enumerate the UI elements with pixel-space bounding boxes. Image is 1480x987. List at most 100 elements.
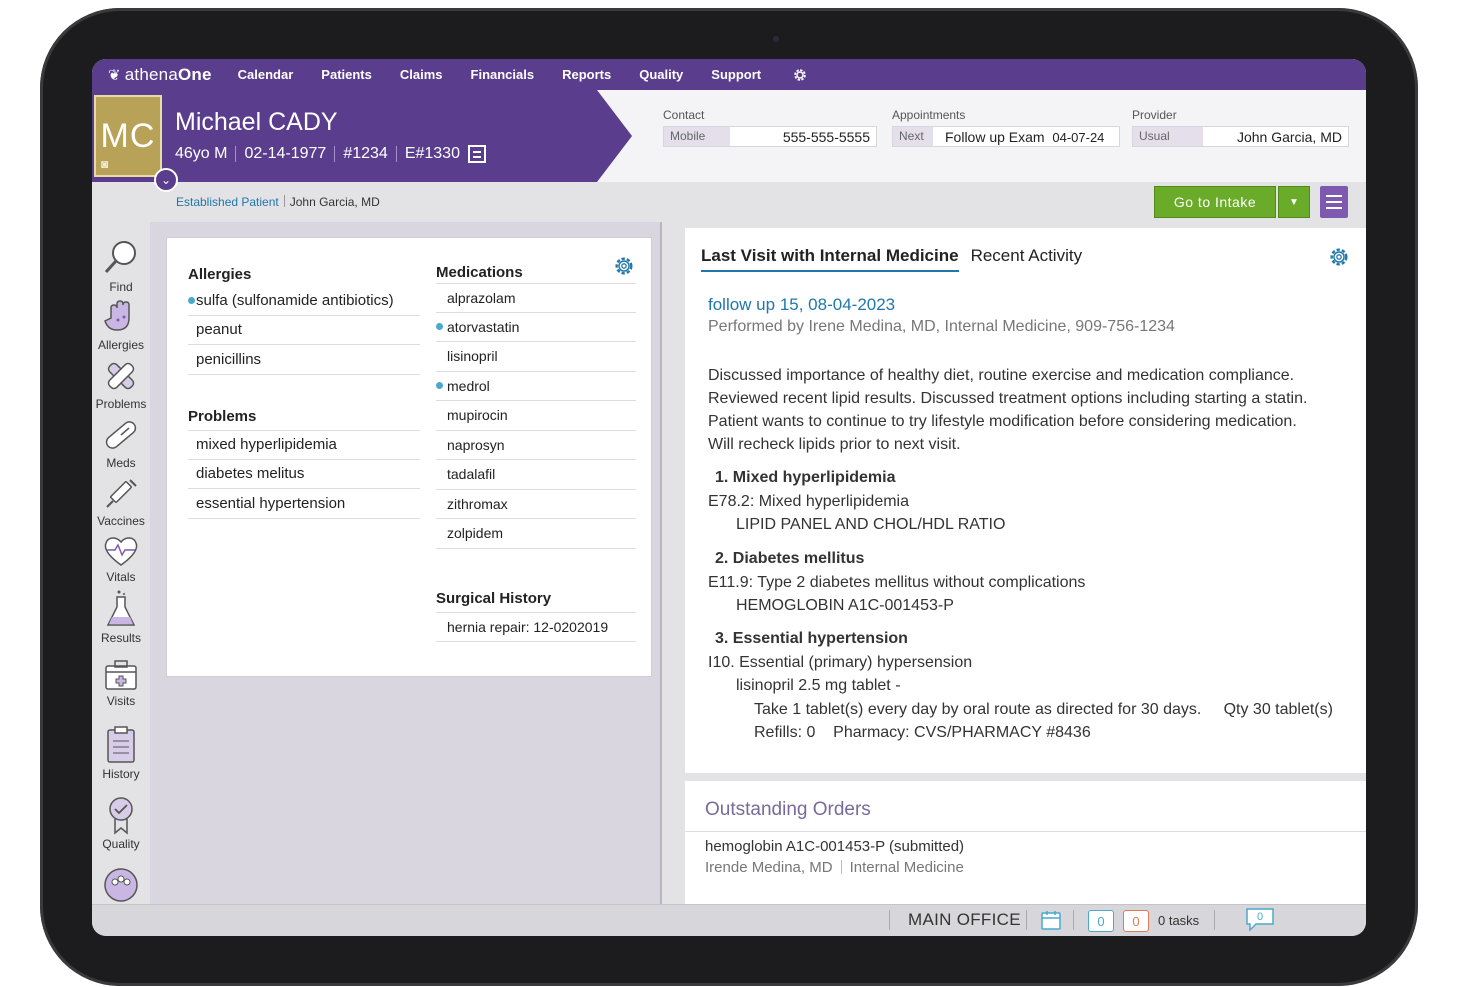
provider-box[interactable]: Usual John Garcia, MD (1132, 126, 1349, 147)
appointment-date: 04-07-24 (1052, 130, 1105, 145)
document-icon[interactable] (467, 145, 486, 163)
camera-icon: ◙ (101, 157, 110, 171)
camera-dot (773, 36, 779, 42)
appointments-box[interactable]: Next Follow up Exam 04-07-24 (892, 126, 1120, 147)
hamburger-menu-icon[interactable] (1320, 186, 1348, 218)
list-item[interactable]: peanut (188, 316, 420, 345)
divider (1214, 910, 1215, 930)
list-item[interactable]: essential hypertension (188, 489, 420, 519)
brand-logo[interactable]: ❦ athena One (108, 65, 212, 85)
primary-provider: John Garcia, MD (289, 195, 380, 209)
list-item[interactable]: mixed hyperlipidemia (188, 430, 420, 460)
list-item[interactable]: zolpidem (436, 519, 636, 549)
sidebar-item-problems[interactable]: Problems (92, 357, 150, 411)
list-item[interactable]: penicillins (188, 345, 420, 375)
divider (334, 146, 336, 162)
tasks-count[interactable]: 0 tasks (1158, 913, 1199, 928)
sidebar-item-results[interactable]: Results (92, 589, 150, 645)
list-item-label: medrol (447, 377, 490, 394)
sidebar-item-meds[interactable]: Meds (92, 416, 150, 470)
contact-box[interactable]: Mobile 555-555-5555 (663, 126, 877, 147)
tab-recent-activity[interactable]: Recent Activity (971, 246, 1083, 272)
order-provider: Irende Medina, MD (705, 859, 833, 876)
sidebar-item-quality[interactable]: Quality (92, 795, 150, 851)
diagnosis-code: E11.9: Type 2 diabetes mellitus without … (708, 573, 1086, 591)
diagnosis-heading: 3. Essential hypertension (715, 630, 908, 647)
list-item[interactable]: hernia repair: 12-0202019 (436, 612, 636, 642)
go-to-intake-button[interactable]: Go to Intake (1154, 186, 1276, 218)
list-item-label: zolpidem (447, 525, 504, 542)
patient-status-row: Established Patient John Garcia, MD (176, 195, 380, 209)
list-item[interactable]: naprosyn (436, 431, 636, 460)
provider-value: John Garcia, MD (1236, 129, 1342, 145)
caret-down-icon[interactable]: ▼ (1278, 186, 1310, 218)
list-item[interactable]: medrol (436, 372, 636, 401)
nav-financials[interactable]: Financials (471, 67, 535, 82)
gear-icon[interactable] (1328, 246, 1350, 268)
heart-pulse-icon (104, 537, 138, 566)
brand-suffix: One (177, 64, 212, 84)
avatar-initials: MC (100, 116, 156, 155)
leaf-icon: ❦ (108, 66, 121, 84)
list-item[interactable]: atorvastatin (436, 313, 636, 342)
order-meta: Irende Medina, MD Internal Medicine (705, 859, 964, 876)
list-item-label: penicillins (196, 350, 262, 368)
pharmacy-text: Pharmacy: CVS/PHARMACY #8436 (833, 724, 1091, 741)
office-name[interactable]: MAIN OFFICE (908, 910, 1021, 930)
surgery-name: hernia repair: 12-0202019 (447, 618, 609, 635)
diagnosis-heading: 1. Mixed hyperlipidemia (715, 469, 896, 486)
list-item-label: naprosyn (447, 436, 505, 453)
order-item[interactable]: hemoglobin A1C-001453-P (submitted) (705, 838, 964, 855)
appointments-label: Appointments (892, 108, 966, 122)
sidebar-item-care-team[interactable] (92, 867, 150, 905)
avatar[interactable]: MC ◙ (94, 95, 162, 177)
list-item[interactable]: tadalafil (436, 460, 636, 490)
sidebar-item-vitals[interactable]: Vitals (92, 534, 150, 584)
nav-support[interactable]: Support (711, 67, 761, 82)
list-item[interactable]: sulfa (sulfonamide antibiotics) (188, 286, 420, 316)
calendar-icon[interactable] (1040, 909, 1062, 931)
contact-label: Contact (663, 108, 705, 122)
sidebar-item-vaccines[interactable]: Vaccines (92, 474, 150, 528)
medical-bag-icon (105, 660, 137, 690)
patient-status[interactable]: Established Patient (176, 195, 279, 209)
list-item[interactable]: zithromax (436, 490, 636, 519)
chat-bubble-icon[interactable]: 0 (1244, 907, 1276, 933)
panel-divider[interactable] (660, 222, 662, 912)
refills-text: Refills: 0 (754, 724, 816, 741)
chevron-down-icon[interactable]: ⌄ (154, 168, 178, 192)
gear-icon[interactable] (613, 255, 635, 277)
tab-last-visit[interactable]: Last Visit with Internal Medicine (701, 246, 959, 272)
quantity-text: Qty 30 tablet(s) (1223, 700, 1333, 718)
sidebar-label-problems: Problems (95, 397, 147, 411)
nav-claims[interactable]: Claims (400, 67, 443, 82)
appointments-group: Appointments Next Follow up Exam 04-07-2… (892, 108, 1120, 147)
sidebar-item-visits[interactable]: Visits (92, 658, 150, 708)
list-item-label: sulfa (sulfonamide antibiotics) (196, 291, 394, 309)
sidebar-item-allergies[interactable]: Allergies (92, 298, 150, 352)
divider (889, 910, 890, 930)
sidebar-label-results: Results (100, 631, 141, 645)
alert-count-badge[interactable]: 0 (1123, 910, 1149, 932)
nav-patients[interactable]: Patients (321, 67, 372, 82)
list-item[interactable]: lisinopril (436, 342, 636, 372)
list-item[interactable]: mupirocin (436, 401, 636, 431)
list-item[interactable]: alprazolam (436, 283, 636, 313)
list-item-label: tadalafil (447, 466, 496, 483)
sidebar-item-find[interactable]: Find (92, 238, 150, 294)
settings-gear-icon[interactable] (791, 66, 809, 84)
divider (685, 831, 1366, 832)
sidebar-item-history[interactable]: History (92, 725, 150, 781)
list-item-label: diabetes melitus (196, 465, 305, 483)
diagnosis-heading: 2. Diabetes mellitus (715, 550, 865, 567)
nav-calendar[interactable]: Calendar (238, 67, 294, 82)
nav-reports[interactable]: Reports (562, 67, 611, 82)
visit-title[interactable]: follow up 15, 08-04-2023 (708, 295, 895, 315)
appointment-type: Next (893, 127, 933, 146)
allergies-title: Allergies (188, 266, 252, 283)
nav-quality[interactable]: Quality (639, 67, 683, 82)
intake-control: Go to Intake ▼ (1154, 186, 1310, 218)
diagnosis-code: E78.2: Mixed hyperlipidemia (708, 492, 909, 510)
inbox-count-badge[interactable]: 0 (1088, 910, 1114, 932)
list-item[interactable]: diabetes melitus (188, 460, 420, 489)
